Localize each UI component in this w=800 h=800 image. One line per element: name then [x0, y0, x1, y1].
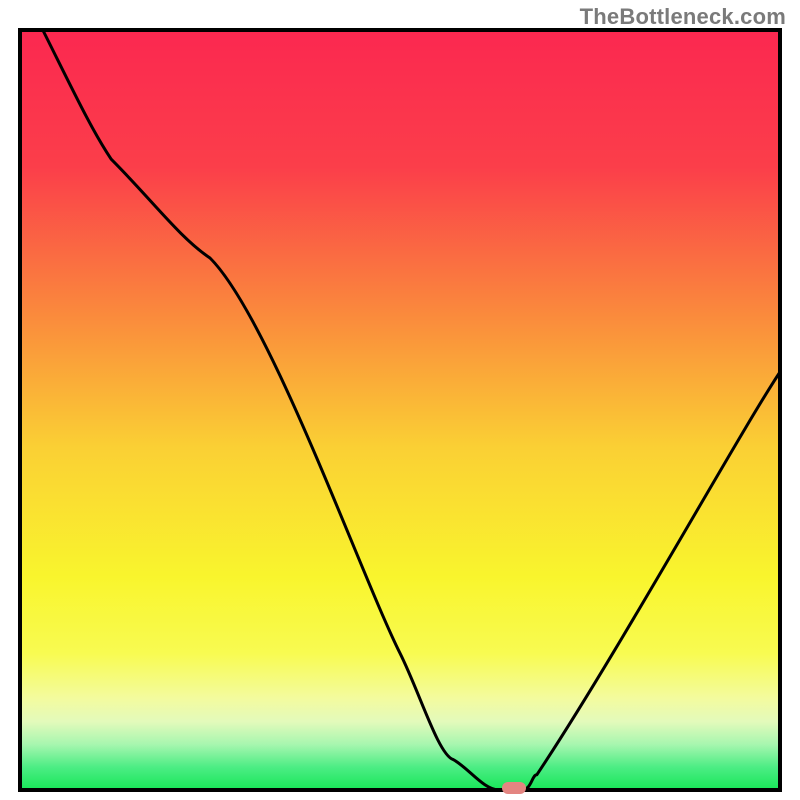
bottleneck-chart: TheBottleneck.com — [0, 0, 800, 800]
watermark-text: TheBottleneck.com — [580, 4, 786, 30]
chart-svg — [0, 0, 800, 800]
chart-background — [20, 30, 780, 790]
optimum-marker — [502, 782, 526, 794]
